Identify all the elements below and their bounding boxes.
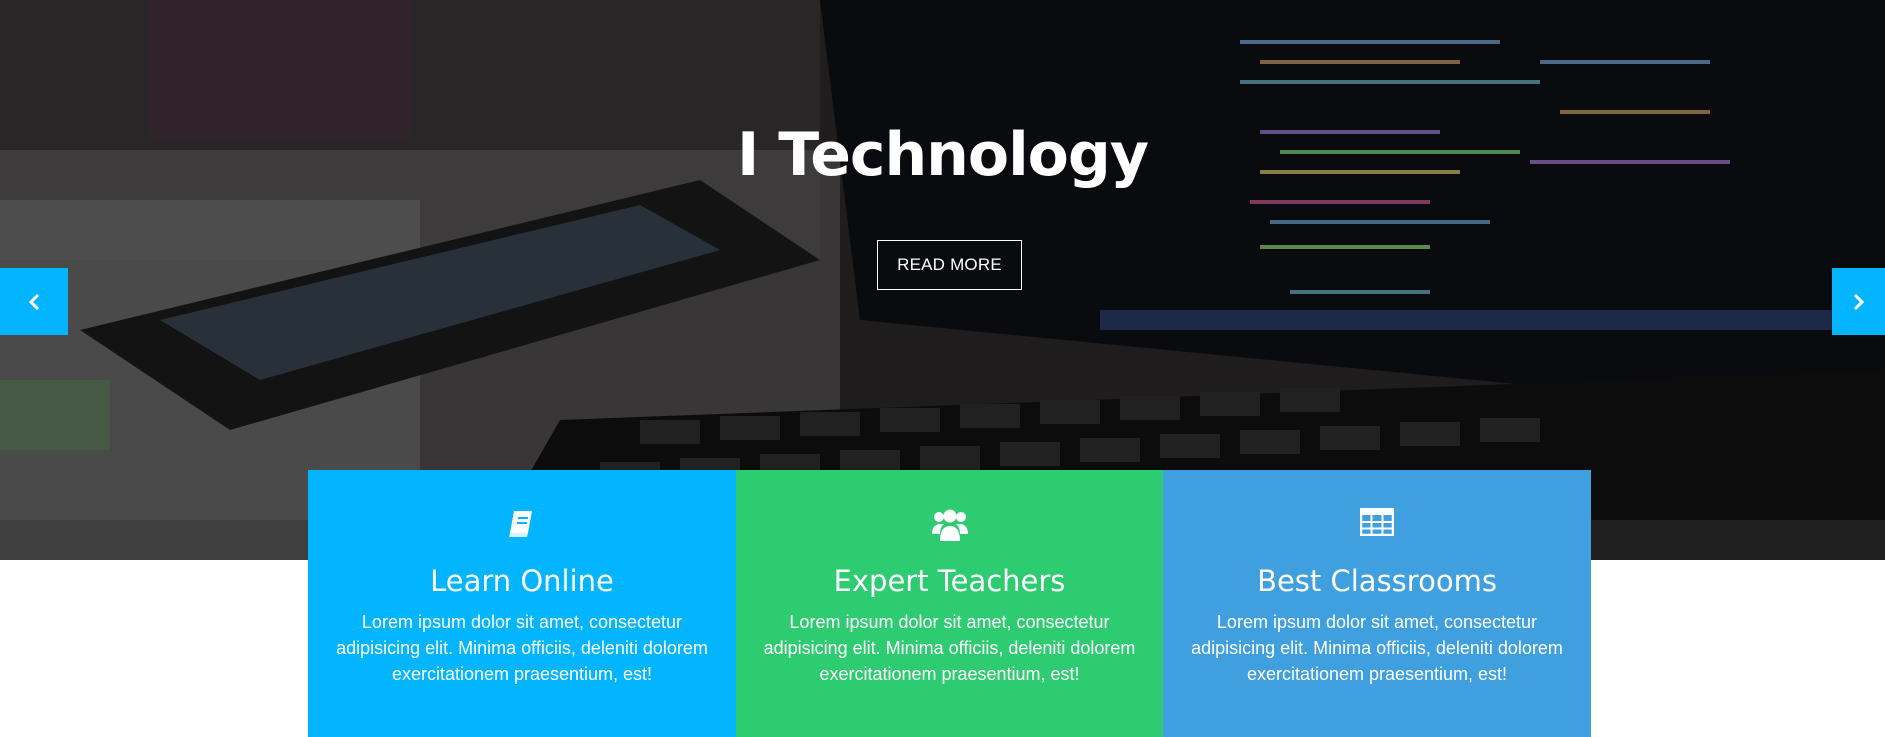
- slider-prev-button[interactable]: [0, 268, 68, 335]
- book-icon: [509, 511, 532, 537]
- slider-next-button[interactable]: [1832, 268, 1885, 335]
- feature-title: Expert Teachers: [833, 564, 1066, 598]
- feature-title: Best Classrooms: [1257, 564, 1497, 598]
- table-icon: [1360, 508, 1394, 536]
- read-more-button[interactable]: READ MORE: [877, 240, 1022, 290]
- feature-description: Lorem ipsum dolor sit amet, consectetur …: [1191, 612, 1563, 684]
- feature-card-learn-online: Learn Online Lorem ipsum dolor sit amet,…: [308, 470, 736, 737]
- feature-description: Lorem ipsum dolor sit amet, consectetur …: [763, 612, 1136, 684]
- chevron-right-icon: [1853, 293, 1864, 310]
- chevron-left-icon: [28, 293, 40, 310]
- feature-card-expert-teachers: Expert Teachers Lorem ipsum dolor sit am…: [736, 470, 1163, 737]
- features-section: Learn Online Lorem ipsum dolor sit amet,…: [308, 470, 1591, 737]
- users-icon: [931, 509, 968, 541]
- hero-title: I Technology: [737, 120, 1149, 190]
- feature-card-best-classrooms: Best Classrooms Lorem ipsum dolor sit am…: [1163, 470, 1591, 737]
- feature-title: Learn Online: [430, 564, 614, 598]
- feature-description: Lorem ipsum dolor sit amet, consectetur …: [336, 612, 708, 684]
